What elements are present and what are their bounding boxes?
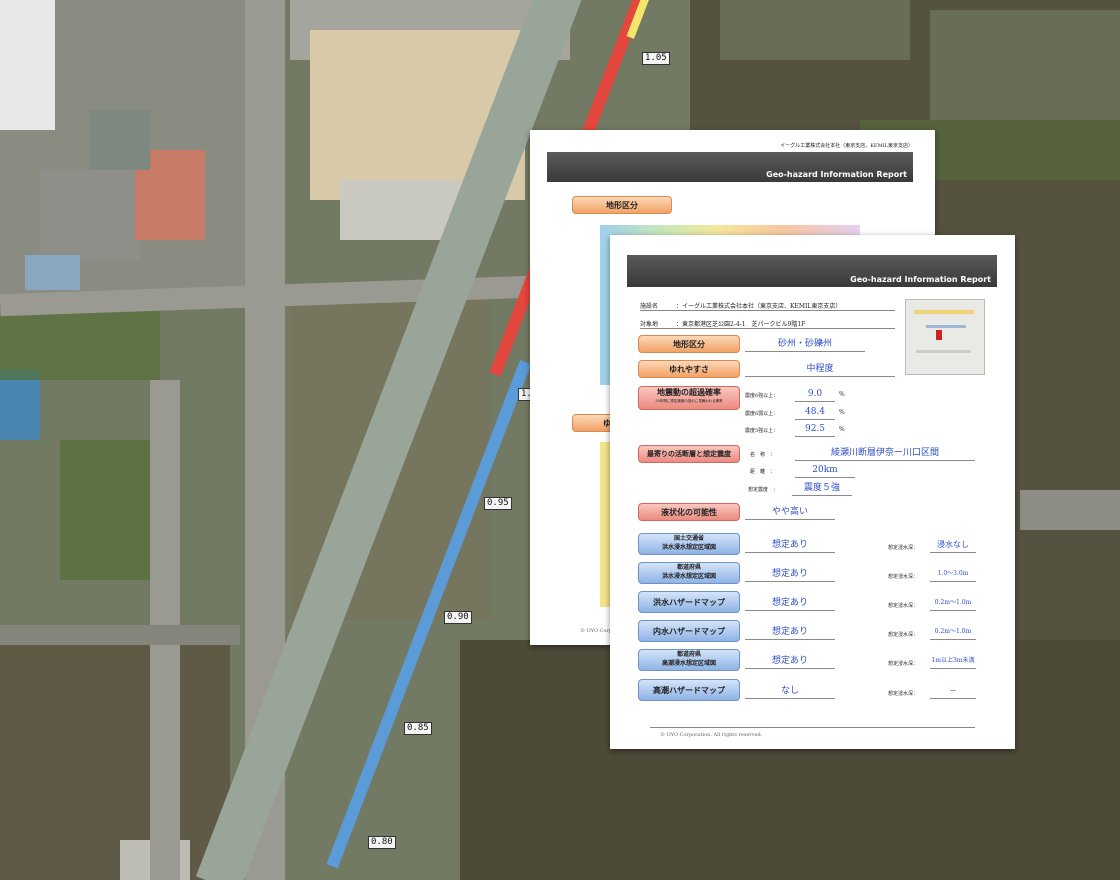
address-label: 対象地 bbox=[640, 321, 659, 328]
flood-map-label: 洪水ハザードマップ bbox=[638, 591, 740, 613]
blue-roof-building bbox=[25, 255, 80, 290]
divider bbox=[640, 328, 895, 329]
flood-depth-value: 0.2m〜1.0m bbox=[930, 625, 976, 640]
terrain-value: 砂州・砂礫州 bbox=[745, 337, 865, 352]
flood-map-label: 国土交通省洪水浸水想定区域図 bbox=[638, 533, 740, 555]
fault-label: 最寄りの活断層と想定震度 bbox=[638, 445, 740, 463]
address-value: ：東京都港区芝公園2-4-1 芝パークビル9階1F bbox=[676, 321, 806, 328]
company-header: イーグル工業株式会社本社（東京支店、KEMIL東京支店） bbox=[780, 143, 913, 149]
flood-map-value: 想定あり bbox=[745, 654, 835, 669]
flood-map-label-line1: 都道府県 bbox=[676, 564, 701, 571]
flood-map-label: 高潮ハザードマップ bbox=[638, 679, 740, 701]
building bbox=[90, 110, 150, 170]
building bbox=[340, 180, 460, 240]
flood-map-value: 想定あり bbox=[745, 625, 835, 640]
prob-unit: % bbox=[839, 426, 845, 433]
prob-label-6plus: 震度6強以上： bbox=[745, 393, 779, 399]
shake-label: ゆれやすさ bbox=[638, 360, 740, 378]
flood-map-value: 想定あり bbox=[745, 538, 835, 553]
divider bbox=[650, 727, 975, 728]
fault-name-value: 綾瀬川断層伊奈ー川口区間 bbox=[795, 446, 975, 461]
liquefaction-value: やや高い bbox=[745, 505, 835, 520]
farm-field bbox=[930, 10, 1120, 120]
report-band: Geo-hazard Information Report bbox=[627, 255, 997, 287]
flood-depth-label: 想定浸水深： bbox=[888, 603, 919, 609]
distance-marker: 0.85 bbox=[404, 722, 432, 735]
fault-distance-value: 20km bbox=[795, 463, 855, 478]
flood-map-value: 想定あり bbox=[745, 567, 835, 582]
location-map-thumbnail bbox=[905, 299, 985, 375]
flood-map-label: 内水ハザードマップ bbox=[638, 620, 740, 642]
report-sheet-front[interactable]: Geo-hazard Information Report 施設名 ：イーグル工… bbox=[610, 235, 1015, 749]
flood-map-label-line2: 洪水浸水想定区域図 bbox=[661, 573, 716, 580]
flood-depth-value: 1m以上3m未満 bbox=[930, 654, 976, 669]
prob-label-6minus: 震度6弱以上： bbox=[745, 411, 779, 417]
report-band: Geo-hazard Information Report bbox=[547, 152, 913, 182]
distance-marker: 0.90 bbox=[444, 611, 472, 624]
facility-value: ：イーグル工業株式会社本社（東京支店、KEMIL東京支店） bbox=[676, 303, 842, 310]
divider bbox=[640, 310, 895, 311]
farm-field bbox=[0, 640, 230, 880]
distance-marker: 0.95 bbox=[484, 497, 512, 510]
flood-map-label-line1: 国土交通省 bbox=[673, 535, 704, 542]
prob-value-6plus: 9.0 bbox=[795, 387, 835, 402]
farm-field bbox=[720, 0, 910, 60]
probability-subtitle: 30年間に想定震度の揺れに見舞われる確率 bbox=[655, 399, 723, 403]
blue-roof-building bbox=[0, 370, 40, 440]
flood-depth-label: 想定浸水深： bbox=[888, 691, 919, 697]
flood-map-value: 想定あり bbox=[745, 596, 835, 611]
flood-depth-label: 想定浸水深： bbox=[888, 632, 919, 638]
flood-map-label: 都道府県洪水浸水想定区域図 bbox=[638, 562, 740, 584]
footer-copyright: © OYO Corporation. All rights reserved. bbox=[660, 732, 763, 738]
flood-map-value: なし bbox=[745, 684, 835, 699]
flood-depth-value: 浸水なし bbox=[930, 538, 976, 553]
prob-unit: % bbox=[839, 409, 845, 416]
road-segment bbox=[1020, 490, 1120, 530]
flood-depth-value: － bbox=[930, 684, 976, 699]
prob-label-5plus: 震度5強以上： bbox=[745, 428, 779, 434]
location-pin-icon bbox=[936, 330, 942, 340]
prob-value-5plus: 92.5 bbox=[795, 422, 835, 437]
probability-label: 地震動の超過確率 30年間に想定震度の揺れに見舞われる確率 bbox=[638, 386, 740, 410]
terrain-label: 地形区分 bbox=[638, 335, 740, 353]
building bbox=[0, 0, 55, 130]
fault-intensity-label: 想定震度 ： bbox=[748, 487, 779, 493]
fault-distance-label: 距 離 ： bbox=[750, 469, 776, 475]
fault-intensity-value: 震度５強 bbox=[792, 481, 852, 496]
probability-title: 地震動の超過確率 bbox=[657, 387, 721, 397]
road-horizontal bbox=[0, 625, 240, 645]
flood-depth-label: 想定浸水深： bbox=[888, 574, 919, 580]
liquefaction-label: 液状化の可能性 bbox=[638, 503, 740, 521]
flood-map-label-line2: 高潮浸水想定区域図 bbox=[661, 660, 716, 667]
facility-label: 施設名 bbox=[640, 303, 659, 310]
flood-depth-label: 想定浸水深： bbox=[888, 661, 919, 667]
flood-depth-value: 1.0〜3.0m bbox=[930, 567, 976, 582]
distance-marker: 0.80 bbox=[368, 836, 396, 849]
flood-map-label-line1: 都道府県 bbox=[676, 651, 701, 658]
flood-depth-value: 0.2m〜1.0m bbox=[930, 596, 976, 611]
flood-map-label: 都道府県高潮浸水想定区域図 bbox=[638, 649, 740, 671]
section-label-terrain: 地形区分 bbox=[572, 196, 672, 214]
distance-marker: 1.05 bbox=[642, 52, 670, 65]
prob-value-6minus: 48.4 bbox=[795, 405, 835, 420]
shake-value: 中程度 bbox=[745, 362, 895, 377]
footer-copyright: © OYO Corp bbox=[580, 628, 613, 634]
building bbox=[40, 170, 140, 260]
prob-unit: % bbox=[839, 391, 845, 398]
flood-depth-label: 想定浸水深： bbox=[888, 545, 919, 551]
flood-map-label-line2: 洪水浸水想定区域図 bbox=[661, 544, 716, 551]
fault-name-label: 名 称 ： bbox=[750, 452, 776, 458]
